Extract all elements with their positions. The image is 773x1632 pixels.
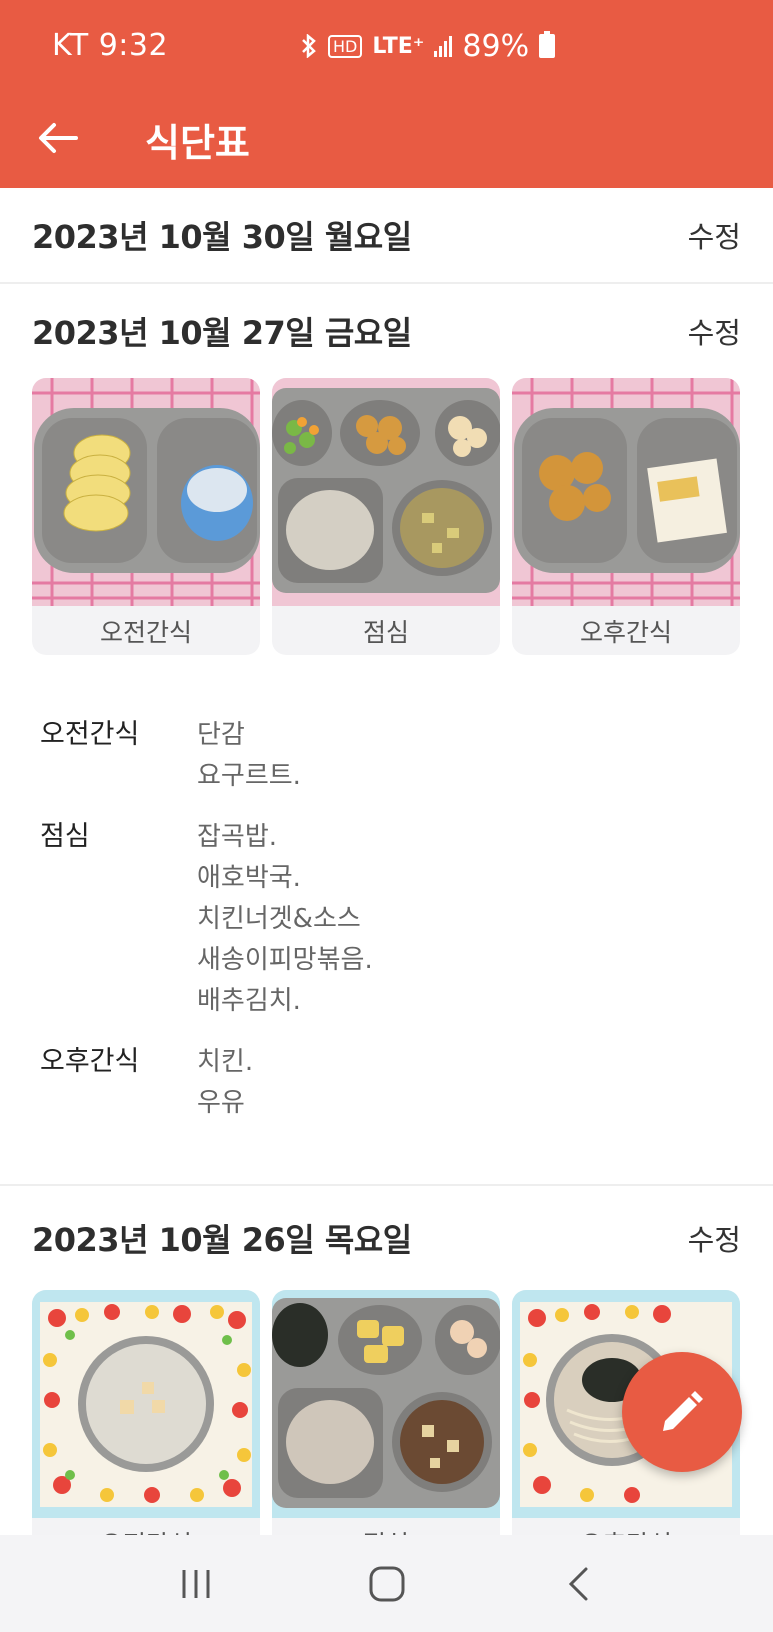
menu-row-morning-snack: 오전간식 단감 요구르트. xyxy=(40,715,733,797)
app-bar: KT 9:32 HD LTE⁺ 89% 식단표 xyxy=(0,0,773,188)
menu-item: 요구르트. xyxy=(197,761,301,791)
menu-label: 점심 xyxy=(40,821,90,852)
menu-row-lunch: 점심 잡곡밥. 애호박국. 치킨너겟&소스 새송이피망볶음. 배추김치. xyxy=(40,817,733,1022)
menu-label: 오전간식 xyxy=(40,719,140,750)
status-time: KT 9:32 xyxy=(52,28,169,63)
meal-photo-image xyxy=(272,378,500,606)
status-bar: KT 9:32 HD LTE⁺ 89% xyxy=(0,0,773,92)
toolbar: 식단표 xyxy=(0,92,773,188)
meal-photo-image xyxy=(32,1290,260,1518)
home-button[interactable] xyxy=(357,1554,417,1614)
pencil-icon xyxy=(663,1391,703,1431)
menu-item: 치킨. xyxy=(197,1047,254,1077)
menu-item: 배추김치. xyxy=(197,986,301,1016)
menu-item: 우유 xyxy=(197,1088,245,1118)
day-header: 2023년 10월 30일 월요일 수정 xyxy=(0,188,773,282)
bluetooth-icon xyxy=(302,34,316,58)
meal-photo-image xyxy=(512,378,740,606)
day-date: 2023년 10월 30일 월요일 xyxy=(32,218,412,256)
meal-photo-caption: 오전간식 xyxy=(99,617,192,647)
arrow-left-icon xyxy=(39,123,78,153)
meal-photo-image xyxy=(272,1290,500,1518)
day-header: 2023년 10월 27일 금요일 수정 xyxy=(0,284,773,378)
lte-indicator: LTE⁺ xyxy=(372,33,425,59)
nav-back-button[interactable] xyxy=(548,1554,608,1614)
meal-photos: 오전간식 점심 xyxy=(0,378,773,655)
edit-button[interactable]: 수정 xyxy=(688,214,741,256)
menu-items: 잡곡밥. 애호박국. 치킨너겟&소스 새송이피망볶음. 배추김치. xyxy=(197,817,373,1022)
meal-menu: 오전간식 단감 요구르트. 점심 잡곡밥. 애호박국. 치킨너겟&소스 새송이피… xyxy=(0,655,773,1184)
recent-apps-button[interactable] xyxy=(166,1554,226,1614)
menu-item: 새송이피망볶음. xyxy=(197,945,373,975)
back-nav-icon xyxy=(568,1567,587,1600)
edit-button[interactable]: 수정 xyxy=(688,1217,741,1259)
menu-items: 단감 요구르트. xyxy=(197,715,301,797)
edit-button[interactable]: 수정 xyxy=(688,310,741,352)
battery-icon xyxy=(539,31,556,58)
signal-icon xyxy=(434,35,453,57)
day-header: 2023년 10월 26일 목요일 수정 xyxy=(0,1186,773,1290)
system-nav-bar xyxy=(0,1535,773,1632)
meal-photo-morning-snack[interactable]: 오전간식 xyxy=(32,378,260,655)
meal-photo-image xyxy=(32,378,260,606)
page-title: 식단표 xyxy=(145,121,250,165)
back-button[interactable] xyxy=(30,110,86,166)
menu-item: 치킨너겟&소스 xyxy=(197,904,361,934)
hd-voice-icon: HD xyxy=(328,34,363,58)
day-date: 2023년 10월 26일 목요일 xyxy=(32,1221,412,1259)
battery-percent: 89% xyxy=(462,28,530,64)
menu-item: 잡곡밥. xyxy=(197,822,278,852)
meal-photo-caption: 점심 xyxy=(362,617,409,647)
menu-item: 단감 xyxy=(197,720,245,750)
status-icons: HD LTE⁺ 89% xyxy=(300,26,556,66)
recent-apps-icon xyxy=(182,1569,209,1598)
meal-photo-lunch[interactable]: 점심 xyxy=(272,1290,500,1567)
edit-fab[interactable] xyxy=(622,1352,742,1472)
meal-photo-afternoon-snack[interactable]: 오후간식 xyxy=(512,378,740,655)
home-icon xyxy=(369,1566,404,1601)
menu-row-afternoon-snack: 오후간식 치킨. 우유 xyxy=(40,1042,733,1124)
meal-photo-lunch[interactable]: 점심 xyxy=(272,378,500,655)
meal-photo-caption: 오후간식 xyxy=(579,617,672,647)
meal-photo-morning-snack[interactable]: 오전간식 xyxy=(32,1290,260,1567)
menu-items: 치킨. 우유 xyxy=(197,1042,253,1124)
menu-item: 애호박국. xyxy=(197,863,301,893)
menu-label: 오후간식 xyxy=(40,1046,140,1077)
day-date: 2023년 10월 27일 금요일 xyxy=(32,314,412,352)
